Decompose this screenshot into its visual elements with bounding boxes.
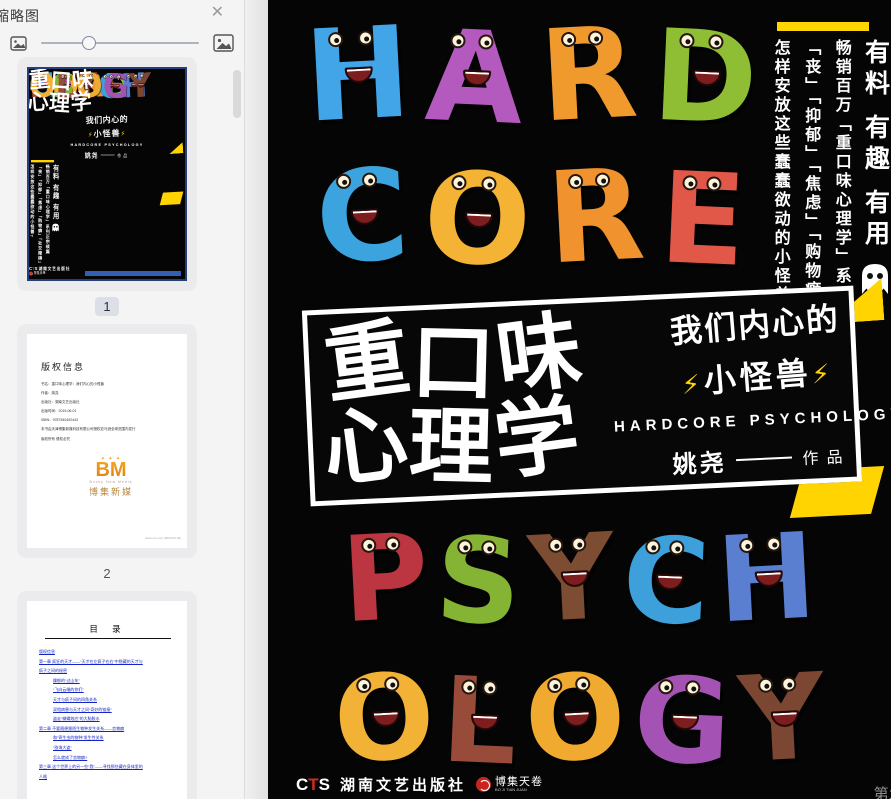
author-dash — [736, 456, 792, 461]
thumbnail-size-slider[interactable] — [41, 36, 199, 50]
page-indicator-overlay: 第1 — [874, 783, 891, 799]
monster-letter-l: L — [440, 660, 520, 781]
subtitle-line-1: 我们内心的 — [669, 293, 842, 352]
thumbnail-page-3[interactable]: 目 录 版权信息第一章 疯狂的天才——“天才在左疯子在右”中隐藏的天才与疯子之间… — [18, 592, 196, 799]
thumbnail-page-1[interactable]: HARD CORE PSYCH OLOGY 重口味 心理学 我们内心的 ⚡小怪兽… — [18, 58, 196, 290]
monster-letters-psych: PSYCH — [272, 508, 886, 648]
thumbnail-watermark-strip — [85, 271, 181, 276]
yellow-bar-accent — [777, 22, 869, 31]
small-thumbnail-icon[interactable] — [10, 36, 27, 51]
title-chinese: 重口味 心理学 — [324, 314, 617, 489]
monster-letter-o: O — [522, 656, 628, 779]
monster-letter-h: H — [301, 9, 413, 140]
monster-letter-r: R — [536, 10, 639, 141]
copyright-footline: www.xxx.com [0000-00-00] — [145, 536, 181, 540]
monster-letters-hard: HARD — [294, 4, 768, 146]
bojitianjuan-logo: 博集天卷BO JI TIAN JUAN — [476, 777, 543, 792]
thumbnail-cover-image: HARD CORE PSYCH OLOGY 重口味 心理学 我们内心的 ⚡小怪兽… — [29, 69, 185, 279]
cts-logo: CTS — [296, 775, 330, 795]
bm-logo: ✦ ✦ ✦ BM Bocky New Media 博集新媒 — [75, 458, 147, 499]
monster-letters-core: CORE — [294, 146, 768, 288]
monster-letter-r: R — [544, 152, 647, 283]
monster-letter-g: G — [631, 660, 733, 782]
monster-letter-s: S — [434, 520, 524, 642]
tagline-main: 有料 有趣 有用 — [861, 39, 889, 251]
monster-letter-o: O — [421, 155, 534, 286]
monster-letter-y: Y — [736, 657, 828, 779]
thumbnail-page-2[interactable]: 版权信息 书名：重口味心理学：我们内心的小怪兽作者：姚尧出版社：湖南文艺出版社出… — [18, 325, 196, 557]
author-row: 姚尧 作品 — [672, 437, 851, 480]
title-banner: 重口味 心理学 我们内心的 ⚡小怪兽⚡ HARDCORE PSYCHOLOGY … — [302, 286, 862, 507]
monster-letter-p: P — [339, 517, 432, 639]
toc-title: 目 录 — [45, 623, 171, 639]
author-works-label: 作品 — [802, 442, 851, 468]
lightning-icon: ⚡ — [681, 368, 706, 400]
thumbnail-panel: 缩略图 ✕ HARD CORE PSYCH OLOGY — [0, 0, 245, 799]
copyright-title: 版权信息 — [41, 360, 187, 373]
bojitianjuan-icon — [476, 777, 491, 792]
large-thumbnail-icon[interactable] — [213, 34, 234, 52]
monster-letter-e: E — [657, 155, 748, 285]
author-name: 姚尧 — [672, 443, 728, 480]
monster-letter-a: A — [423, 13, 526, 143]
monster-letter-h: H — [714, 516, 819, 639]
page-view: HARD CORE PSYCH OLOGY 重口味 心理学 我们内心的 ⚡小怪兽… — [268, 0, 891, 799]
toc-lines: 版权信息第一章 疯狂的天才——“天才在左疯子在右”中隐藏的天才与疯子之间的秘密躁… — [39, 647, 177, 781]
slider-thumb[interactable] — [82, 36, 96, 50]
close-icon[interactable]: ✕ — [211, 5, 224, 21]
thumbnail-size-toolbar — [0, 28, 244, 58]
monster-letter-d: D — [650, 13, 760, 143]
sidebar-scrollbar[interactable] — [233, 70, 241, 118]
title-line-2: 心理学 — [321, 395, 616, 492]
bm-logo-text: BM — [75, 460, 147, 480]
page-number-badge-1: 1 — [95, 297, 118, 316]
page-number-2: 2 — [95, 564, 118, 583]
monster-letter-c: C — [620, 520, 712, 642]
slider-track — [41, 42, 199, 44]
monster-letter-o: O — [331, 656, 437, 779]
copyright-lines: 书名：重口味心理学：我们内心的小怪兽作者：姚尧出版社：湖南文艺出版社出版时间：2… — [41, 380, 187, 444]
panel-title: 缩略图 — [0, 6, 40, 26]
thumbnail-panel-header: 缩略图 ✕ — [0, 0, 244, 28]
publisher-name: 湖南文艺出版社 — [340, 774, 466, 795]
publisher-strip: CTS 湖南文艺出版社 博集天卷BO JI TIAN JUAN — [296, 774, 543, 795]
monster-letters-ology: OLOGY — [272, 648, 886, 788]
pdf-reader-window: 缩略图 ✕ HARD CORE PSYCH OLOGY — [0, 0, 891, 799]
lightning-icon: ⚡ — [811, 358, 836, 390]
subtitle-block: 我们内心的 ⚡小怪兽⚡ HARDCORE PSYCHOLOGY 姚尧 作品 — [609, 300, 891, 475]
book-cover-page: HARD CORE PSYCH OLOGY 重口味 心理学 我们内心的 ⚡小怪兽… — [29, 69, 185, 279]
subtitle-line-2: ⚡小怪兽⚡ — [680, 346, 836, 404]
monster-letter-c: C — [312, 152, 411, 283]
english-title: HARDCORE PSYCHOLOGY — [614, 405, 891, 435]
panel-divider — [245, 0, 268, 799]
book-cover-page: HARD CORE PSYCH OLOGY 重口味 心理学 我们内心的 ⚡小怪兽… — [268, 0, 891, 799]
monster-letter-y: Y — [526, 517, 618, 639]
